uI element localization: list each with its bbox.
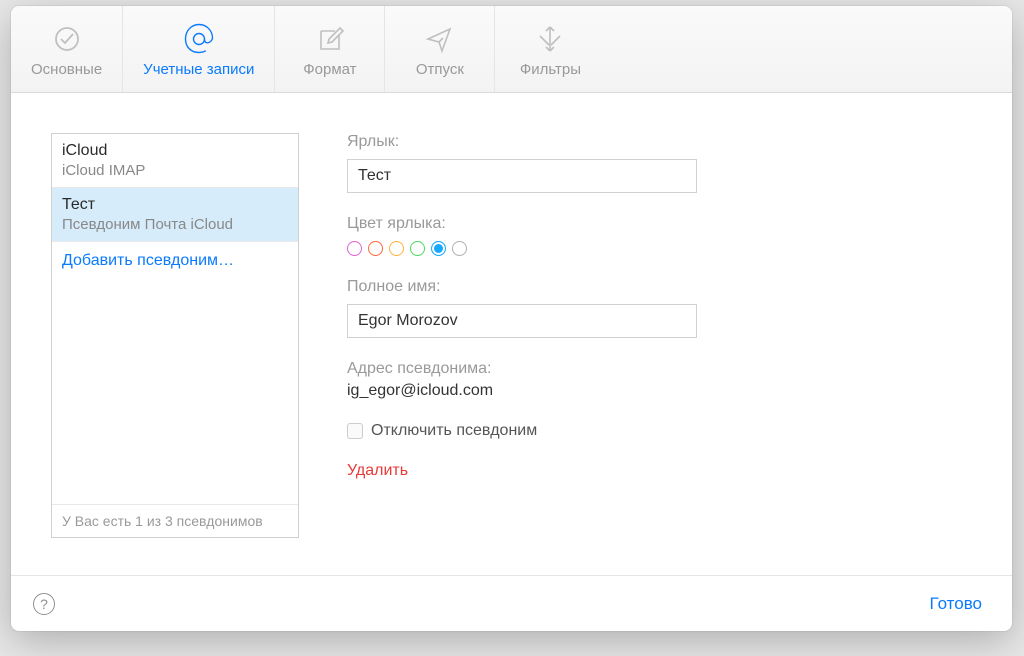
- delete-alias-link[interactable]: Удалить: [347, 462, 408, 479]
- accounts-sidebar: iCloud iCloud IMAP Тест Псевдоним Почта …: [51, 133, 299, 538]
- color-option[interactable]: [389, 241, 404, 256]
- tab-vacation[interactable]: Отпуск: [385, 6, 495, 92]
- filters-icon: [535, 21, 565, 57]
- dialog-footer: ? Готово: [11, 575, 1012, 631]
- sidebar-item-title: iCloud: [62, 142, 288, 160]
- section-full-name: Полное имя:: [347, 278, 972, 338]
- disable-alias-label: Отключить псевдоним: [371, 422, 537, 440]
- tab-label: Основные: [31, 61, 102, 78]
- alias-form: Ярлык: Цвет ярлыка: Полное имя: Адрес пс…: [299, 133, 972, 555]
- section-alias: Ярлык:: [347, 133, 972, 193]
- help-button[interactable]: ?: [33, 593, 55, 615]
- section-alias-address: Адрес псевдонима: ig_egor@icloud.com: [347, 360, 972, 400]
- tab-format[interactable]: Формат: [275, 6, 385, 92]
- sidebar-item-subtitle: iCloud IMAP: [62, 162, 288, 179]
- done-button[interactable]: Готово: [922, 590, 991, 618]
- full-name-input[interactable]: [347, 304, 697, 338]
- section-alias-color: Цвет ярлыка:: [347, 215, 972, 256]
- accounts-list: iCloud iCloud IMAP Тест Псевдоним Почта …: [52, 134, 298, 504]
- color-option[interactable]: [452, 241, 467, 256]
- at-sign-icon: [182, 21, 216, 57]
- sidebar-footer: У Вас есть 1 из 3 псевдонимов: [52, 504, 298, 537]
- alias-input[interactable]: [347, 159, 697, 193]
- gear-icon: [52, 21, 82, 57]
- section-disable-alias: Отключить псевдоним: [347, 422, 972, 440]
- help-icon: ?: [40, 596, 48, 612]
- preferences-dialog: Основные Учетные записи Формат: [11, 6, 1012, 631]
- color-option[interactable]: [410, 241, 425, 256]
- tab-general[interactable]: Основные: [11, 6, 123, 92]
- compose-icon: [315, 21, 345, 57]
- sidebar-item-alias[interactable]: Тест Псевдоним Почта iCloud: [52, 188, 298, 242]
- tab-label: Отпуск: [416, 61, 464, 78]
- alias-address-value: ig_egor@icloud.com: [347, 382, 972, 400]
- color-row: [347, 241, 972, 256]
- add-alias-link[interactable]: Добавить псевдоним…: [52, 242, 298, 280]
- section-delete: Удалить: [347, 462, 972, 480]
- label-alias-color: Цвет ярлыка:: [347, 215, 972, 233]
- tab-accounts[interactable]: Учетные записи: [123, 6, 275, 92]
- tab-label: Фильтры: [520, 61, 581, 78]
- toolbar: Основные Учетные записи Формат: [11, 6, 1012, 93]
- color-option[interactable]: [431, 241, 446, 256]
- label-alias: Ярлык:: [347, 133, 972, 151]
- airplane-icon: [424, 21, 456, 57]
- sidebar-item-subtitle: Псевдоним Почта iCloud: [62, 216, 288, 233]
- tab-filters[interactable]: Фильтры: [495, 6, 605, 92]
- sidebar-item-icloud[interactable]: iCloud iCloud IMAP: [52, 134, 298, 188]
- label-alias-address: Адрес псевдонима:: [347, 360, 972, 378]
- color-option[interactable]: [368, 241, 383, 256]
- color-option[interactable]: [347, 241, 362, 256]
- tab-label: Формат: [303, 61, 356, 78]
- tab-label: Учетные записи: [143, 61, 254, 78]
- disable-alias-checkbox[interactable]: [347, 423, 363, 439]
- content-area: iCloud iCloud IMAP Тест Псевдоним Почта …: [11, 93, 1012, 575]
- sidebar-item-title: Тест: [62, 196, 288, 214]
- label-full-name: Полное имя:: [347, 278, 972, 296]
